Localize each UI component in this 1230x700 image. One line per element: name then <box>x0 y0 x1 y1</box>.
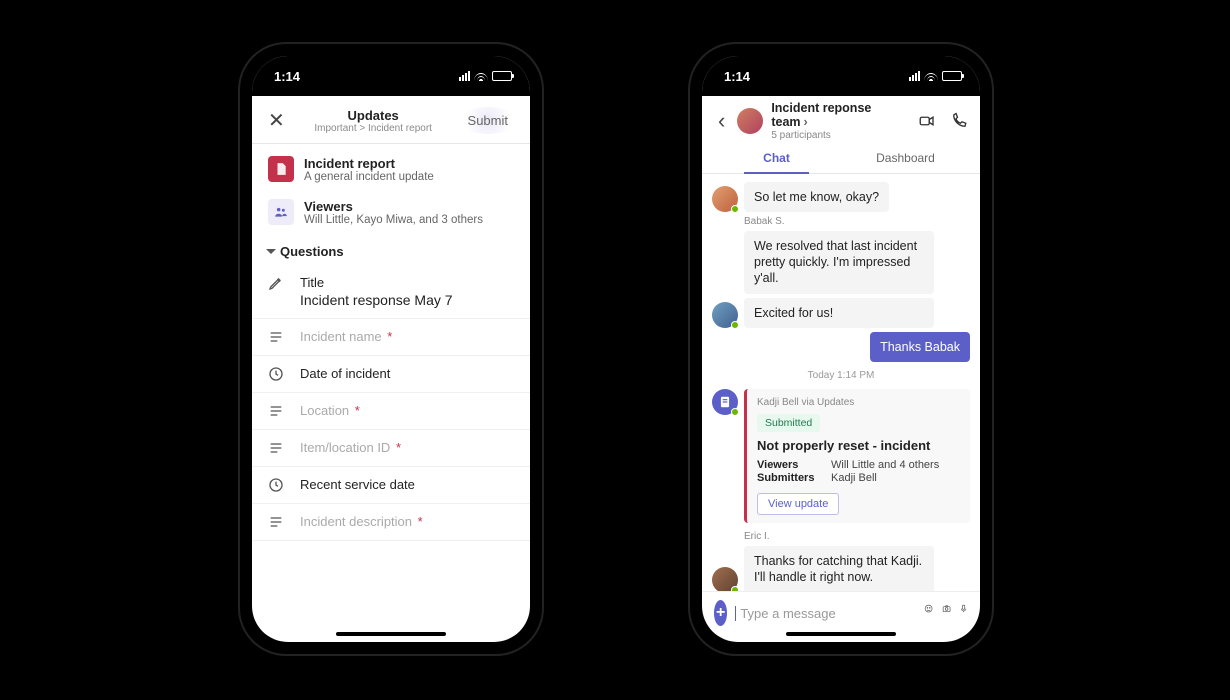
tab-chat[interactable]: Chat <box>712 145 841 173</box>
chat-message[interactable]: We resolved that last incident pretty qu… <box>744 231 934 294</box>
text-lines-icon <box>268 329 286 345</box>
field-title-value: Incident response May 7 <box>300 292 514 308</box>
chat-avatar[interactable] <box>737 108 763 134</box>
card-viewers-value: Will Little and 4 others <box>831 459 939 471</box>
message-input[interactable] <box>735 606 916 621</box>
chat-title: Incident reponse team <box>771 101 871 129</box>
status-time: 1:14 <box>724 69 750 84</box>
field-incident-name-label: Incident name * <box>300 329 514 344</box>
view-update-button[interactable]: View update <box>757 493 839 515</box>
tab-dashboard[interactable]: Dashboard <box>841 145 970 173</box>
clock-icon <box>268 366 286 382</box>
phone-updates-form: 1:14 ✕ Updates Important > Incident repo… <box>240 44 542 654</box>
submit-button[interactable]: Submit <box>458 107 518 134</box>
avatar[interactable] <box>712 302 738 328</box>
chevron-down-icon <box>266 249 276 254</box>
microphone-icon[interactable] <box>959 604 968 622</box>
field-recent-service-date[interactable]: Recent service date <box>252 467 530 504</box>
report-title: Incident report <box>304 156 434 171</box>
chevron-right-icon <box>801 115 808 129</box>
field-item-location-id[interactable]: Item/location ID * <box>252 430 530 467</box>
sender-label: Eric I. <box>744 531 970 542</box>
home-indicator <box>336 632 446 636</box>
camera-icon[interactable] <box>942 604 951 622</box>
audio-call-icon[interactable] <box>950 112 968 130</box>
field-incident-description-label: Incident description * <box>300 514 514 529</box>
field-date-of-incident-label: Date of incident <box>300 366 514 381</box>
wifi-icon <box>474 71 488 81</box>
chat-body[interactable]: So let me know, okay? Babak S. We resolv… <box>702 174 980 592</box>
chat-message[interactable]: So let me know, okay? <box>744 182 889 212</box>
field-title[interactable]: Title Incident response May 7 <box>252 265 530 319</box>
emoji-icon[interactable] <box>924 604 933 622</box>
video-call-icon[interactable] <box>918 112 936 130</box>
viewers-info-row[interactable]: Viewers Will Little, Kayo Miwa, and 3 ot… <box>252 191 530 234</box>
questions-label: Questions <box>280 244 344 259</box>
chat-message-own[interactable]: Thanks Babak <box>870 332 970 362</box>
viewers-value: Will Little, Kayo Miwa, and 3 others <box>304 214 483 226</box>
status-badge: Submitted <box>757 414 820 432</box>
card-via: Kadji Bell via Updates <box>757 397 960 408</box>
form-header: ✕ Updates Important > Incident report Su… <box>252 96 530 144</box>
card-viewers-key: Viewers <box>757 459 821 471</box>
field-title-label: Title <box>300 275 514 290</box>
wifi-icon <box>924 71 938 81</box>
tabs: Chat Dashboard <box>702 145 980 174</box>
text-lines-icon <box>268 403 286 419</box>
update-card[interactable]: Kadji Bell via Updates Submitted Not pro… <box>744 389 970 523</box>
notch <box>771 56 911 82</box>
text-lines-icon <box>268 440 286 456</box>
add-attachment-button[interactable]: + <box>714 600 727 626</box>
chat-message[interactable]: Excited for us! <box>744 298 934 328</box>
avatar[interactable] <box>712 567 738 592</box>
close-icon[interactable]: ✕ <box>264 104 289 137</box>
card-submitters-value: Kadji Bell <box>831 472 877 484</box>
viewers-label: Viewers <box>304 199 483 214</box>
breadcrumb: Important > Incident report <box>289 123 458 134</box>
home-indicator <box>786 632 896 636</box>
field-item-location-id-label: Item/location ID * <box>300 440 514 455</box>
report-info-row: Incident report A general incident updat… <box>252 148 530 191</box>
sender-label: Babak S. <box>744 216 970 227</box>
pencil-icon <box>268 275 286 291</box>
card-title: Not properly reset - incident <box>757 438 960 453</box>
field-incident-name[interactable]: Incident name * <box>252 319 530 356</box>
battery-icon <box>492 71 512 81</box>
field-location[interactable]: Location * <box>252 393 530 430</box>
battery-icon <box>942 71 962 81</box>
field-date-of-incident[interactable]: Date of incident <box>252 356 530 393</box>
signal-icon <box>909 71 920 81</box>
chat-subtitle: 5 participants <box>771 130 904 141</box>
card-submitters-key: Submitters <box>757 472 821 484</box>
chat-title-block[interactable]: Incident reponse team 5 participants <box>771 102 904 141</box>
chat-message[interactable]: Thanks for catching that Kadji. I'll han… <box>744 546 934 591</box>
signal-icon <box>459 71 470 81</box>
avatar[interactable] <box>712 186 738 212</box>
field-recent-service-date-label: Recent service date <box>300 477 514 492</box>
notch <box>321 56 461 82</box>
clock-icon <box>268 477 286 493</box>
back-icon[interactable]: ‹ <box>714 106 729 136</box>
field-location-label: Location * <box>300 403 514 418</box>
questions-section-toggle[interactable]: Questions <box>252 238 530 265</box>
field-incident-description[interactable]: Incident description * <box>252 504 530 541</box>
header-title: Updates <box>289 108 458 123</box>
report-subtitle: A general incident update <box>304 171 434 183</box>
people-icon <box>268 199 294 225</box>
document-icon <box>268 156 294 182</box>
status-time: 1:14 <box>274 69 300 84</box>
updates-app-icon[interactable] <box>712 389 738 415</box>
phone-chat: 1:14 ‹ Incident reponse team 5 participa… <box>690 44 992 654</box>
chat-header: ‹ Incident reponse team 5 participants <box>702 96 980 145</box>
text-lines-icon <box>268 514 286 530</box>
time-divider: Today 1:14 PM <box>712 370 970 381</box>
